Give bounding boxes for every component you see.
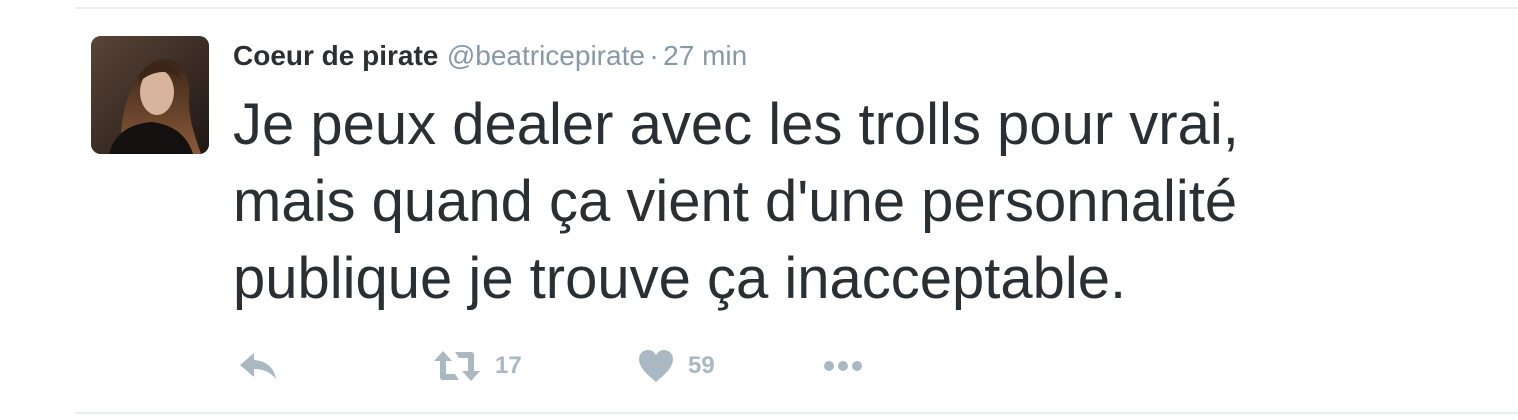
avatar[interactable] xyxy=(91,36,209,154)
profile-photo-icon xyxy=(91,36,209,154)
retweet-button[interactable]: 17 xyxy=(433,344,522,388)
more-dots-icon xyxy=(824,361,862,371)
retweet-count: 17 xyxy=(495,352,522,379)
like-count: 59 xyxy=(688,352,715,379)
like-button[interactable]: 59 xyxy=(638,344,715,388)
display-name[interactable]: Coeur de pirate xyxy=(233,40,438,71)
header-separator: · xyxy=(649,40,659,71)
retweet-icon xyxy=(434,351,480,381)
tweet-timestamp[interactable]: 27 min xyxy=(663,40,747,71)
reply-button[interactable] xyxy=(238,344,278,388)
heart-icon xyxy=(639,350,673,382)
bottom-divider xyxy=(75,412,1518,414)
reply-icon xyxy=(240,353,276,379)
user-handle[interactable]: @beatricepirate xyxy=(447,40,645,71)
tweet-header: Coeur de pirate @beatricepirate · 27 min xyxy=(233,38,747,74)
tweet-text: Je peux dealer avec les trolls pour vrai… xyxy=(233,92,1239,311)
top-divider xyxy=(75,7,1518,9)
more-options-button[interactable] xyxy=(823,344,863,388)
